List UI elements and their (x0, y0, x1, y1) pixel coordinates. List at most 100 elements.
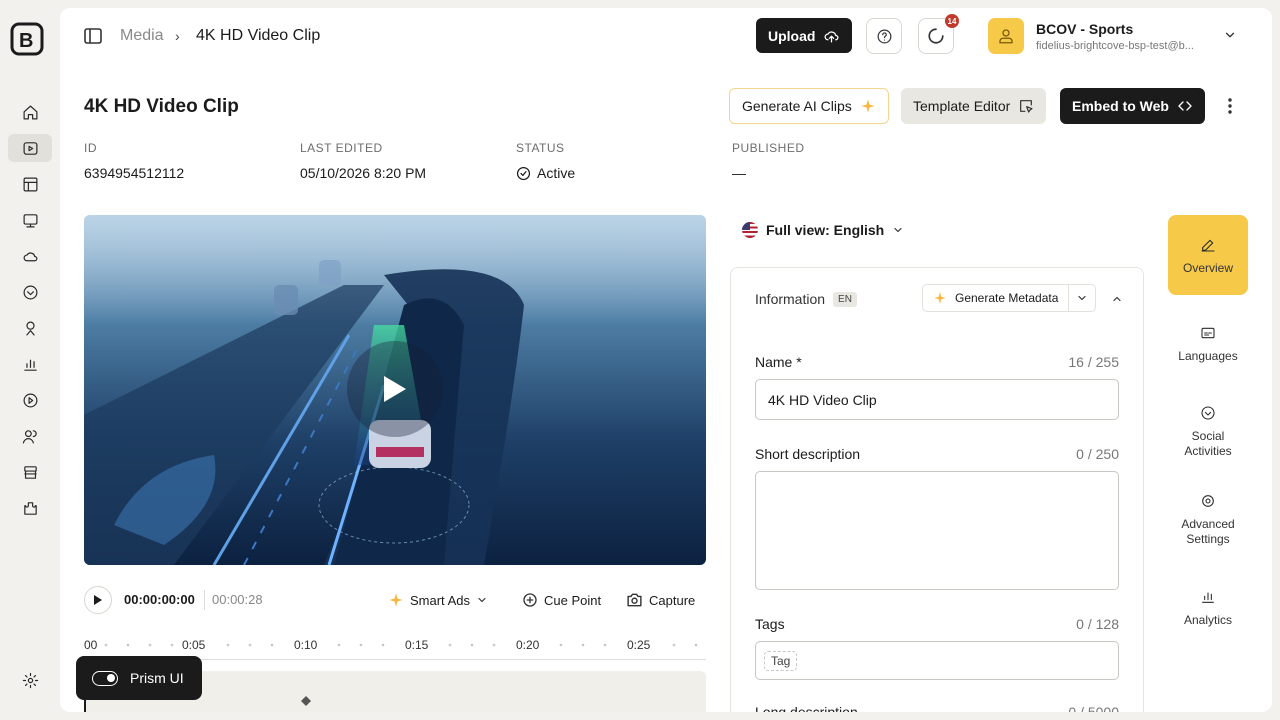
account-name[interactable]: BCOV - Sports (1036, 21, 1133, 37)
template-editor-button[interactable]: Template Editor (901, 88, 1047, 124)
chevron-down-icon (1078, 295, 1087, 301)
upload-label: Upload (768, 27, 816, 44)
prism-ui-toggle[interactable]: Prism UI (76, 656, 202, 700)
tags-input[interactable]: Tag (755, 641, 1119, 680)
top-bar: Media › 4K HD Video Clip Upload 14 BCOV … (60, 8, 1272, 64)
status-text: Active (537, 165, 576, 181)
media-icon[interactable] (8, 134, 52, 162)
chevron-up-icon[interactable] (1111, 292, 1123, 310)
tab-label: Languages (1178, 349, 1238, 363)
language-view-selector[interactable]: Full view: English (742, 222, 904, 238)
name-count: 16 / 255 (1068, 354, 1119, 370)
keyframe-diamond-icon (301, 696, 311, 706)
generate-ai-clips-button[interactable]: Generate AI Clips (729, 88, 889, 124)
long-description-label: Long description (755, 704, 858, 712)
help-button[interactable] (866, 18, 902, 54)
current-time: 00:00:00:00 (124, 592, 195, 607)
capture-button[interactable]: Capture (626, 592, 695, 608)
status-label: STATUS (516, 141, 565, 155)
code-icon (1178, 101, 1192, 111)
tab-analytics[interactable]: Analytics (1168, 589, 1248, 628)
language-pill: EN (833, 291, 857, 307)
plus-circle-icon (523, 593, 537, 607)
total-time: 00:00:28 (212, 592, 263, 607)
chevron-down-icon (478, 597, 486, 603)
account-email: fidelius-brightcove-bsp-test@b... (1036, 40, 1194, 52)
breadcrumb-root[interactable]: Media (120, 27, 164, 45)
breadcrumb-separator: › (175, 28, 180, 44)
cue-point-label: Cue Point (544, 592, 602, 608)
cue-point-button[interactable]: Cue Point (522, 592, 601, 608)
generate-ai-clips-label: Generate AI Clips (742, 98, 852, 114)
upload-button[interactable]: Upload (756, 18, 853, 53)
smart-ads-label: Smart Ads (410, 592, 470, 608)
sparkle-icon (389, 593, 403, 607)
tab-languages[interactable]: Languages (1168, 325, 1248, 364)
check-circle-icon (516, 166, 531, 180)
playlists-icon[interactable] (8, 170, 52, 198)
tab-social-activities[interactable]: Social Activities (1168, 405, 1248, 459)
generate-metadata-label: Generate Metadata (955, 291, 1059, 305)
tab-label: Overview (1182, 261, 1233, 275)
captions-icon (1201, 327, 1215, 339)
information-card: Information EN Generate Metadata Name * … (730, 267, 1144, 712)
short-description-input[interactable] (755, 471, 1119, 590)
more-vertical-icon[interactable] (1220, 96, 1240, 116)
tab-label: Advanced Settings (1181, 517, 1235, 546)
users-icon[interactable] (8, 422, 52, 450)
main-panel: Media › 4K HD Video Clip Upload 14 BCOV … (60, 8, 1272, 712)
gear-icon[interactable] (8, 666, 52, 694)
engage-icon[interactable] (8, 278, 52, 306)
generate-metadata-dropdown[interactable] (1069, 292, 1095, 304)
account-avatar[interactable] (988, 18, 1024, 54)
tab-label: Analytics (1183, 613, 1233, 627)
cloud-icon[interactable] (8, 242, 52, 270)
jobs-button[interactable]: 14 (918, 14, 959, 54)
tag-placeholder: Tag (764, 651, 798, 671)
timeline-dots (104, 643, 698, 647)
notification-badge: 14 (945, 14, 959, 28)
sparkle-icon (861, 99, 875, 113)
information-title: Information (755, 291, 826, 307)
play-button[interactable] (84, 586, 112, 614)
us-flag-icon (742, 222, 758, 238)
long-description-count: 0 / 5000 (1068, 704, 1119, 712)
published-label: PUBLISHED (732, 141, 805, 155)
brightcove-logo[interactable]: B (10, 22, 44, 56)
tags-count: 0 / 128 (1076, 616, 1119, 632)
social-icon (1201, 406, 1215, 420)
left-nav-rail: B (0, 0, 60, 720)
home-icon[interactable] (8, 98, 52, 126)
template-editor-label: Template Editor (913, 98, 1011, 114)
chevron-down-icon (894, 227, 902, 233)
svg-text:B: B (19, 30, 33, 52)
help-icon (877, 29, 891, 43)
play-icon (94, 595, 102, 605)
plugins-icon[interactable] (8, 494, 52, 522)
last-edited-value: 05/10/2026 8:20 PM (300, 165, 427, 181)
play-overlay-button[interactable] (347, 341, 443, 437)
live-icon[interactable] (8, 386, 52, 414)
spinner-icon (928, 28, 944, 44)
short-description-count: 0 / 250 (1076, 446, 1119, 462)
audience-icon[interactable] (8, 314, 52, 342)
smart-ads-button[interactable]: Smart Ads (388, 592, 488, 608)
breadcrumb-current: 4K HD Video Clip (196, 27, 321, 44)
tab-overview[interactable]: Overview (1168, 215, 1248, 295)
generate-metadata-split-button: Generate Metadata (922, 284, 1097, 312)
embed-to-web-button[interactable]: Embed to Web (1060, 88, 1205, 124)
analytics-icon[interactable] (8, 350, 52, 378)
video-player[interactable] (84, 215, 706, 565)
name-input[interactable] (755, 379, 1119, 420)
play-icon (384, 376, 406, 402)
toggle-switch[interactable] (92, 670, 118, 686)
store-icon[interactable] (8, 458, 52, 486)
prism-ui-label: Prism UI (130, 670, 184, 686)
tab-advanced-settings[interactable]: Advanced Settings (1168, 493, 1248, 547)
id-value: 6394954512112 (84, 165, 185, 181)
chevron-down-icon[interactable] (1223, 28, 1237, 47)
players-icon[interactable] (8, 206, 52, 234)
generate-metadata-button[interactable]: Generate Metadata (923, 285, 1070, 311)
sidebar-toggle-icon[interactable] (84, 27, 102, 45)
capture-label: Capture (649, 592, 696, 608)
